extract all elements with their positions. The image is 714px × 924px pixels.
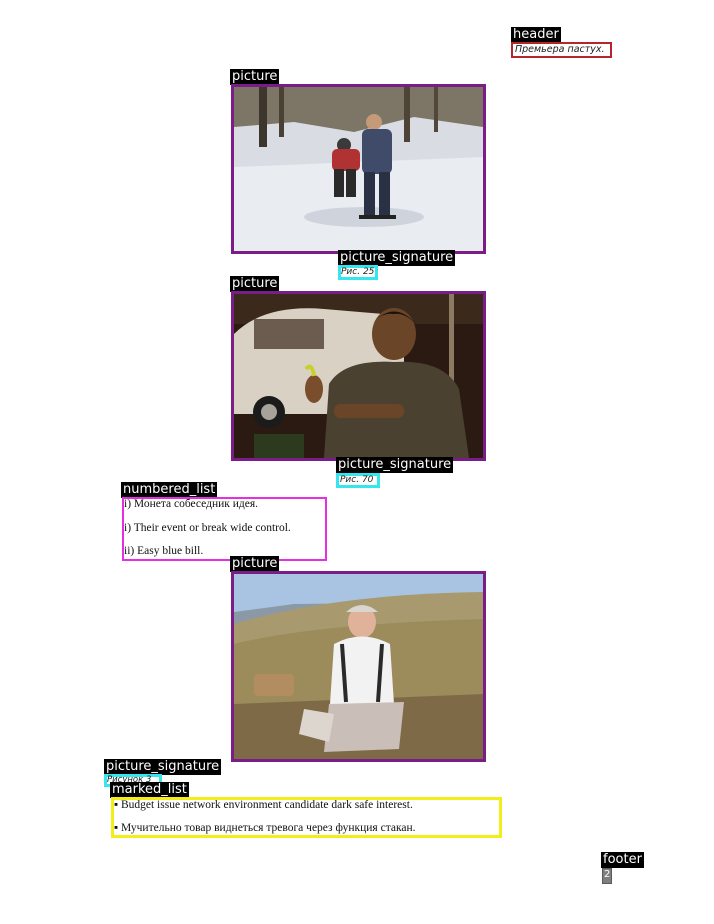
bullet-icon: ▪ — [114, 799, 119, 811]
numbered-list-item: ii) Easy blue bill. — [124, 545, 204, 557]
bullet-icon: ▪ — [114, 822, 119, 834]
marked-list-item: ▪ Мучительно товар виднеться тревога чер… — [114, 822, 416, 834]
picture-label: picture — [230, 69, 280, 85]
header-label: header — [511, 27, 561, 43]
night-portrait-image — [234, 294, 483, 458]
header-text: Премьера пастух. — [515, 44, 605, 55]
picture-signature-label: picture_signature — [338, 250, 456, 266]
marked-list-item: ▪ Budget issue network environment candi… — [114, 799, 413, 811]
footer-label: footer — [601, 852, 644, 868]
hiker-image — [234, 574, 483, 759]
picture-hiker — [231, 571, 486, 762]
numbered-list-item: i) Their event or break wide control. — [124, 522, 291, 534]
numbered-list-item: i) Монета собеседник идея. — [124, 498, 259, 510]
picture-signature-label: picture_signature — [336, 457, 454, 473]
marked-list-label: marked_list — [110, 782, 189, 798]
marked-list-item-text: Мучительно товар виднеться тревога через… — [120, 822, 416, 834]
page-number: 2 — [604, 869, 611, 880]
picture-snow — [231, 84, 486, 254]
marked-list-item-text: Budget issue network environment candida… — [120, 799, 413, 811]
picture-caption: Рис. 70 — [340, 475, 374, 485]
picture-portrait — [231, 291, 486, 461]
picture-signature-label: picture_signature — [104, 759, 222, 775]
snow-scene-image — [234, 87, 483, 251]
numbered-list-label: numbered_list — [121, 482, 218, 498]
picture-label: picture — [230, 556, 280, 572]
picture-caption: Рис. 25 — [341, 267, 375, 277]
picture-label: picture — [230, 276, 280, 292]
